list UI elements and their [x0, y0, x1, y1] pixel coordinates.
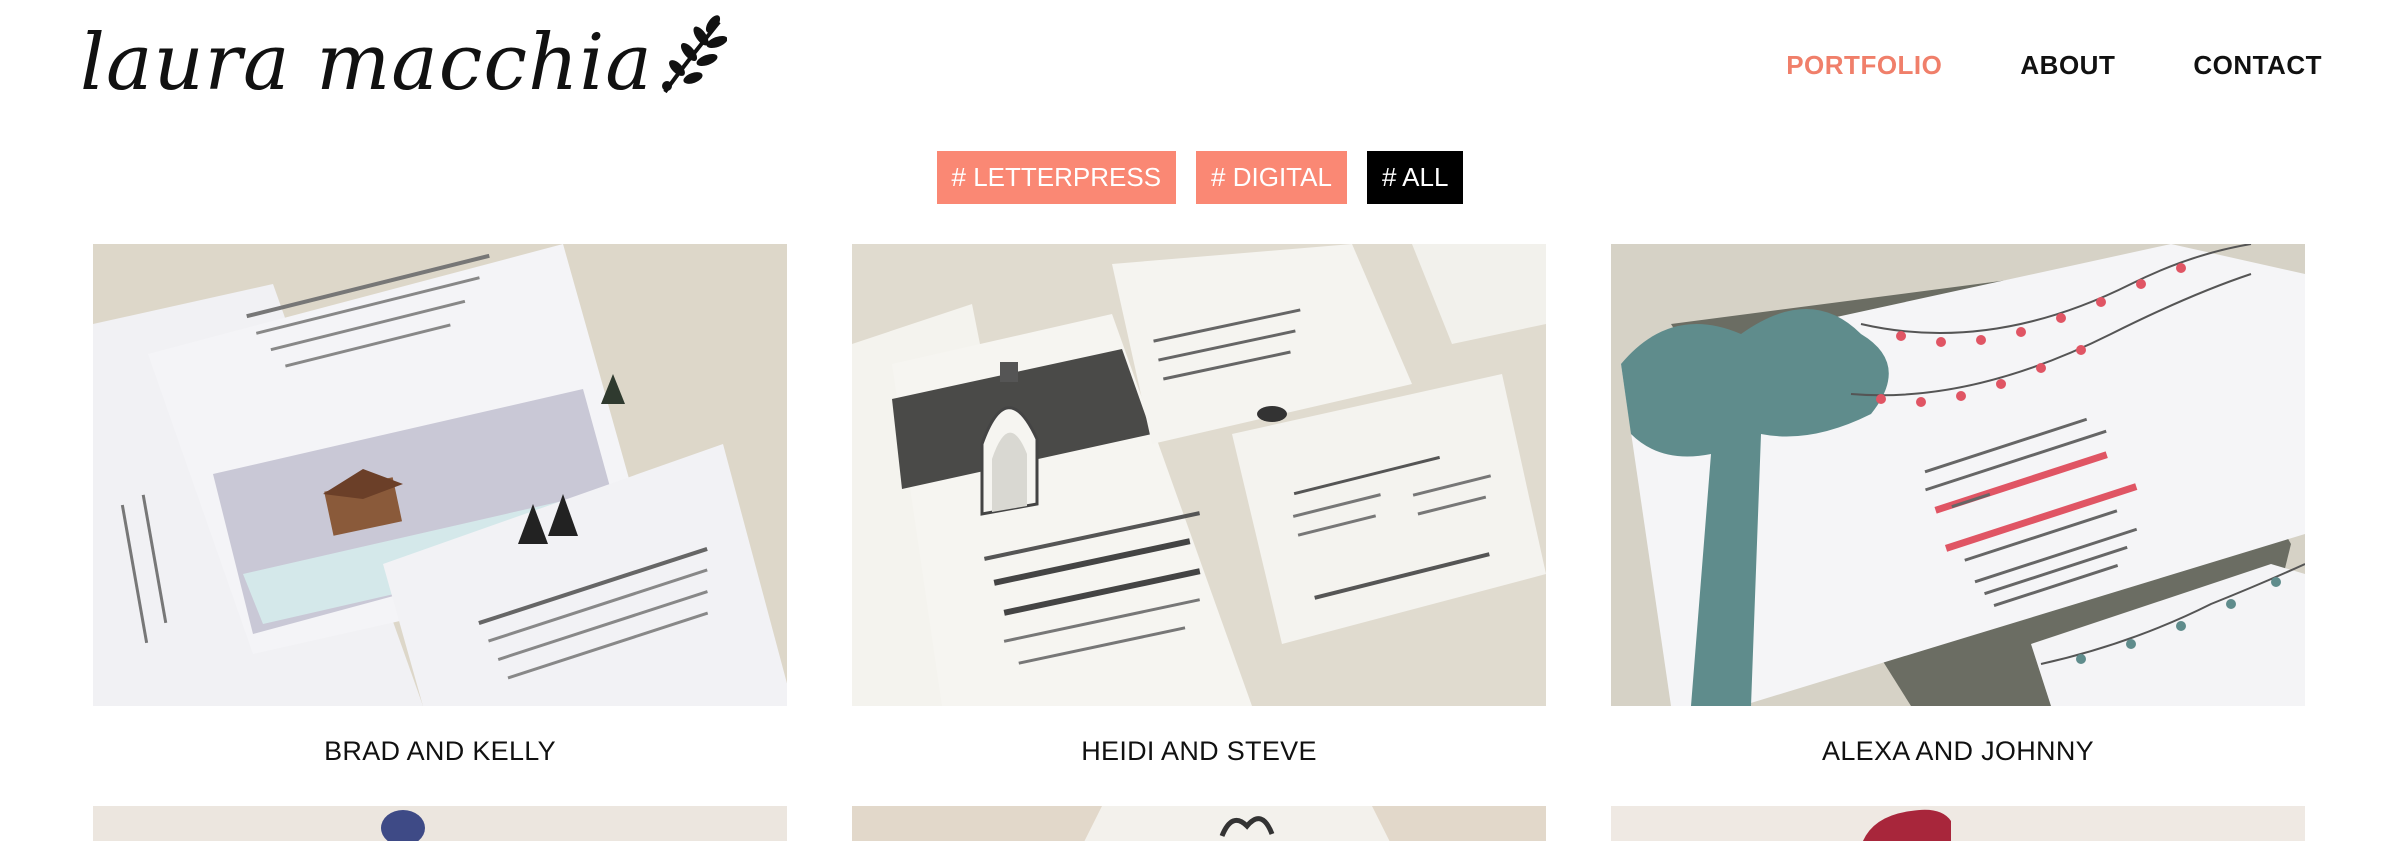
- portfolio-card[interactable]: HEIDI AND STEVE: [852, 244, 1546, 767]
- filter-digital[interactable]: # DIGITAL: [1196, 151, 1347, 204]
- portfolio-caption[interactable]: HEIDI AND STEVE: [852, 736, 1546, 767]
- portfolio-image[interactable]: [852, 244, 1546, 706]
- portfolio-card[interactable]: ALEXA AND JOHNNY: [1611, 244, 2305, 767]
- nav-portfolio[interactable]: PORTFOLIO: [1786, 50, 1942, 81]
- portfolio-image[interactable]: [1611, 806, 2305, 841]
- portfolio-image[interactable]: [93, 806, 787, 841]
- filter-all[interactable]: # ALL: [1366, 151, 1464, 204]
- portfolio-card[interactable]: BRAD AND KELLY: [93, 244, 787, 767]
- portfolio-image[interactable]: [1611, 244, 2305, 706]
- logo-text: laura macchia: [80, 18, 653, 108]
- main-nav: PORTFOLIO ABOUT CONTACT: [1786, 50, 2322, 81]
- portfolio-caption[interactable]: ALEXA AND JOHNNY: [1611, 736, 2305, 767]
- portfolio-image[interactable]: [93, 244, 787, 706]
- portfolio-caption[interactable]: BRAD AND KELLY: [93, 736, 787, 767]
- page: laura macchia PORTFOLIO ABOUT CONTACT # …: [0, 0, 2400, 841]
- portfolio-filters: # LETTERPRESS # DIGITAL # ALL: [0, 151, 2400, 204]
- nav-contact[interactable]: CONTACT: [2193, 50, 2322, 81]
- portfolio-image[interactable]: [852, 806, 1546, 841]
- filter-letterpress[interactable]: # LETTERPRESS: [936, 151, 1177, 204]
- site-logo[interactable]: laura macchia: [80, 15, 727, 108]
- leaf-sprig-icon: [661, 15, 727, 94]
- nav-about[interactable]: ABOUT: [2020, 50, 2115, 81]
